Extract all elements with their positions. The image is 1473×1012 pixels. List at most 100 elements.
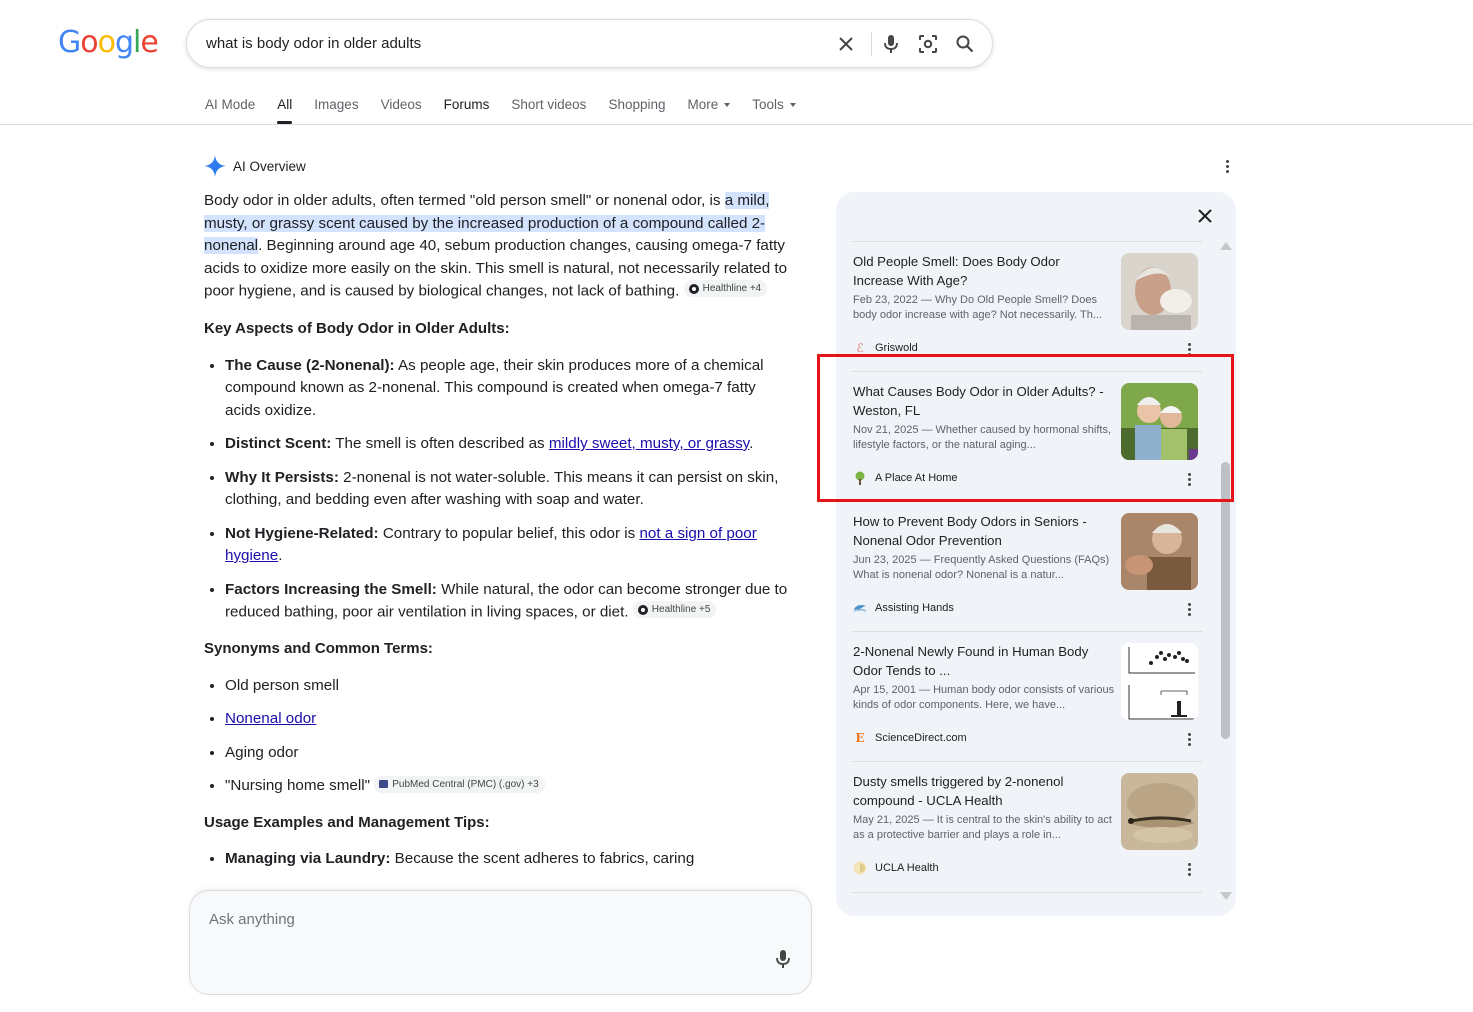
source-title[interactable]: Dusty smells triggered by 2-nonenol comp… xyxy=(853,773,1113,810)
tab-videos[interactable]: Videos xyxy=(381,97,422,112)
item-heading: Distinct Scent: xyxy=(225,435,332,452)
source-thumbnail[interactable] xyxy=(1121,253,1198,330)
microphone-icon[interactable] xyxy=(775,949,791,974)
chevron-down-icon xyxy=(789,103,796,108)
source-card[interactable]: Dusty smells triggered by 2-nonenol comp… xyxy=(852,761,1202,893)
pubmed-icon xyxy=(379,780,389,788)
source-name: Assisting Hands xyxy=(875,602,954,614)
synonyms-list: Old person smell Nonenal odor Aging odor… xyxy=(204,675,794,798)
source-snippet: Jun 23, 2025 — Frequently Asked Question… xyxy=(853,554,1110,581)
source-site[interactable]: UCLA Health xyxy=(853,861,939,875)
search-divider xyxy=(871,32,872,56)
source-chip-label: Healthline +4 xyxy=(702,283,762,294)
intro-paragraph: Body odor in older adults, often termed … xyxy=(204,190,794,303)
list-item: Why It Persists: 2-nonenal is not water-… xyxy=(225,467,794,512)
list-item: Aging odor xyxy=(225,742,794,765)
chevron-down-icon xyxy=(724,103,731,108)
list-item: Old person smell xyxy=(225,675,794,698)
ai-overview-content: Body odor in older adults, often termed … xyxy=(204,190,794,888)
source-card[interactable]: Old People Smell: Does Body Odor Increas… xyxy=(852,241,1202,371)
source-chip[interactable]: PubMed Central (PMC) (.gov) +3 xyxy=(374,775,545,793)
tab-short-videos[interactable]: Short videos xyxy=(511,97,586,112)
source-title[interactable]: 2-Nonenal Newly Found in Human Body Odor… xyxy=(853,643,1113,680)
source-card[interactable]: 2-Nonenal Newly Found in Human Body Odor… xyxy=(852,631,1202,761)
list-item: Managing via Laundry: Because the scent … xyxy=(225,848,794,871)
logo-letter: e xyxy=(140,25,158,60)
tab-tools[interactable]: Tools xyxy=(752,97,796,112)
ai-sparkle-icon xyxy=(204,155,226,177)
search-input[interactable]: what is body odor in older adults xyxy=(206,35,421,52)
source-chip[interactable]: Healthline +5 xyxy=(632,601,717,618)
source-site[interactable]: Assisting Hands xyxy=(853,601,954,615)
nonenal-odor-link[interactable]: Nonenal odor xyxy=(225,710,316,727)
ai-overview-title: AI Overview xyxy=(233,158,306,174)
item-text: . xyxy=(749,435,754,452)
source-snippet: Feb 23, 2022 — Why Do Old People Smell? … xyxy=(853,294,1103,321)
highlight-box xyxy=(817,354,1234,502)
scroll-up-arrow[interactable] xyxy=(1220,242,1232,250)
ask-input[interactable]: Ask anything xyxy=(209,911,295,928)
item-heading: The Cause (2-Nonenal): xyxy=(225,356,395,374)
list-item: Not Hygiene-Related: Contrary to popular… xyxy=(225,523,794,568)
source-site[interactable]: ℰ Griswold xyxy=(853,341,918,355)
source-chip[interactable]: Healthline +4 xyxy=(683,280,768,297)
source-snippet: Apr 15, 2001 — Human body odor consists … xyxy=(853,684,1115,711)
griswold-icon: ℰ xyxy=(856,341,864,355)
source-thumbnail[interactable] xyxy=(1121,773,1198,850)
item-heading: Factors Increasing the Smell: xyxy=(225,580,437,598)
source-snippet: May 21, 2025 — It is central to the skin… xyxy=(853,814,1112,841)
hands-icon xyxy=(853,601,867,615)
source-card[interactable]: How to Prevent Body Odors in Seniors - N… xyxy=(852,501,1202,631)
tab-tools-label: Tools xyxy=(752,97,784,112)
usage-heading: Usage Examples and Management Tips: xyxy=(204,813,490,831)
logo-letter: g xyxy=(114,25,134,60)
scroll-down-arrow[interactable] xyxy=(1220,892,1232,900)
tab-ai-mode[interactable]: AI Mode xyxy=(205,97,255,112)
scrollbar-thumb[interactable] xyxy=(1221,462,1230,739)
item-text: "Nursing home smell" xyxy=(225,777,370,794)
more-options-icon[interactable] xyxy=(1188,603,1192,618)
tab-all[interactable]: All xyxy=(277,97,293,124)
ai-overview-header: AI Overview xyxy=(204,155,306,177)
source-name: Griswold xyxy=(875,342,918,354)
source-title[interactable]: Old People Smell: Does Body Odor Increas… xyxy=(853,253,1113,290)
google-logo[interactable]: Google xyxy=(58,25,159,60)
microphone-icon[interactable] xyxy=(879,32,903,56)
tab-more-label: More xyxy=(687,97,719,112)
tab-images[interactable]: Images xyxy=(314,97,358,112)
source-title[interactable]: How to Prevent Body Odors in Seniors - N… xyxy=(853,513,1113,550)
more-options-icon[interactable] xyxy=(1226,160,1230,175)
search-tabs: AI Mode All Images Videos Forums Short v… xyxy=(205,97,818,124)
inline-link[interactable]: mildly sweet, musty, or grassy xyxy=(549,435,749,452)
lens-icon[interactable] xyxy=(916,32,940,56)
logo-letter: G xyxy=(58,25,81,60)
source-name: UCLA Health xyxy=(875,862,939,874)
source-chip-label: PubMed Central (PMC) (.gov) +3 xyxy=(392,778,539,790)
search-box[interactable]: what is body odor in older adults xyxy=(186,19,993,68)
more-options-icon[interactable] xyxy=(1188,733,1192,748)
item-heading: Not Hygiene-Related: xyxy=(225,524,379,542)
healthline-icon xyxy=(688,283,699,294)
item-text: Contrary to popular belief, this odor is xyxy=(378,524,640,542)
source-chip-label: Healthline +5 xyxy=(651,604,711,615)
list-item: Distinct Scent: The smell is often descr… xyxy=(225,433,794,456)
tab-more[interactable]: More xyxy=(688,97,731,112)
ask-anything-box[interactable]: Ask anything xyxy=(189,890,812,995)
source-thumbnail[interactable] xyxy=(1121,643,1198,720)
tab-forums[interactable]: Forums xyxy=(444,97,490,112)
source-name: ScienceDirect.com xyxy=(875,732,967,744)
close-icon[interactable] xyxy=(1198,209,1212,228)
header-divider xyxy=(0,124,1473,125)
source-thumbnail[interactable] xyxy=(1121,513,1198,590)
clear-icon[interactable] xyxy=(834,32,858,56)
search-icon[interactable] xyxy=(953,32,977,56)
intro-text: Body odor in older adults, often termed … xyxy=(204,192,725,209)
synonyms-heading: Synonyms and Common Terms: xyxy=(204,640,433,657)
sources-panel: Old People Smell: Does Body Odor Increas… xyxy=(836,192,1236,916)
elsevier-icon: E xyxy=(855,731,865,745)
key-aspects-heading: Key Aspects of Body Odor in Older Adults… xyxy=(204,320,510,337)
more-options-icon[interactable] xyxy=(1188,863,1192,878)
source-site[interactable]: E ScienceDirect.com xyxy=(853,731,967,745)
tab-shopping[interactable]: Shopping xyxy=(608,97,665,112)
ucla-icon xyxy=(853,861,867,875)
